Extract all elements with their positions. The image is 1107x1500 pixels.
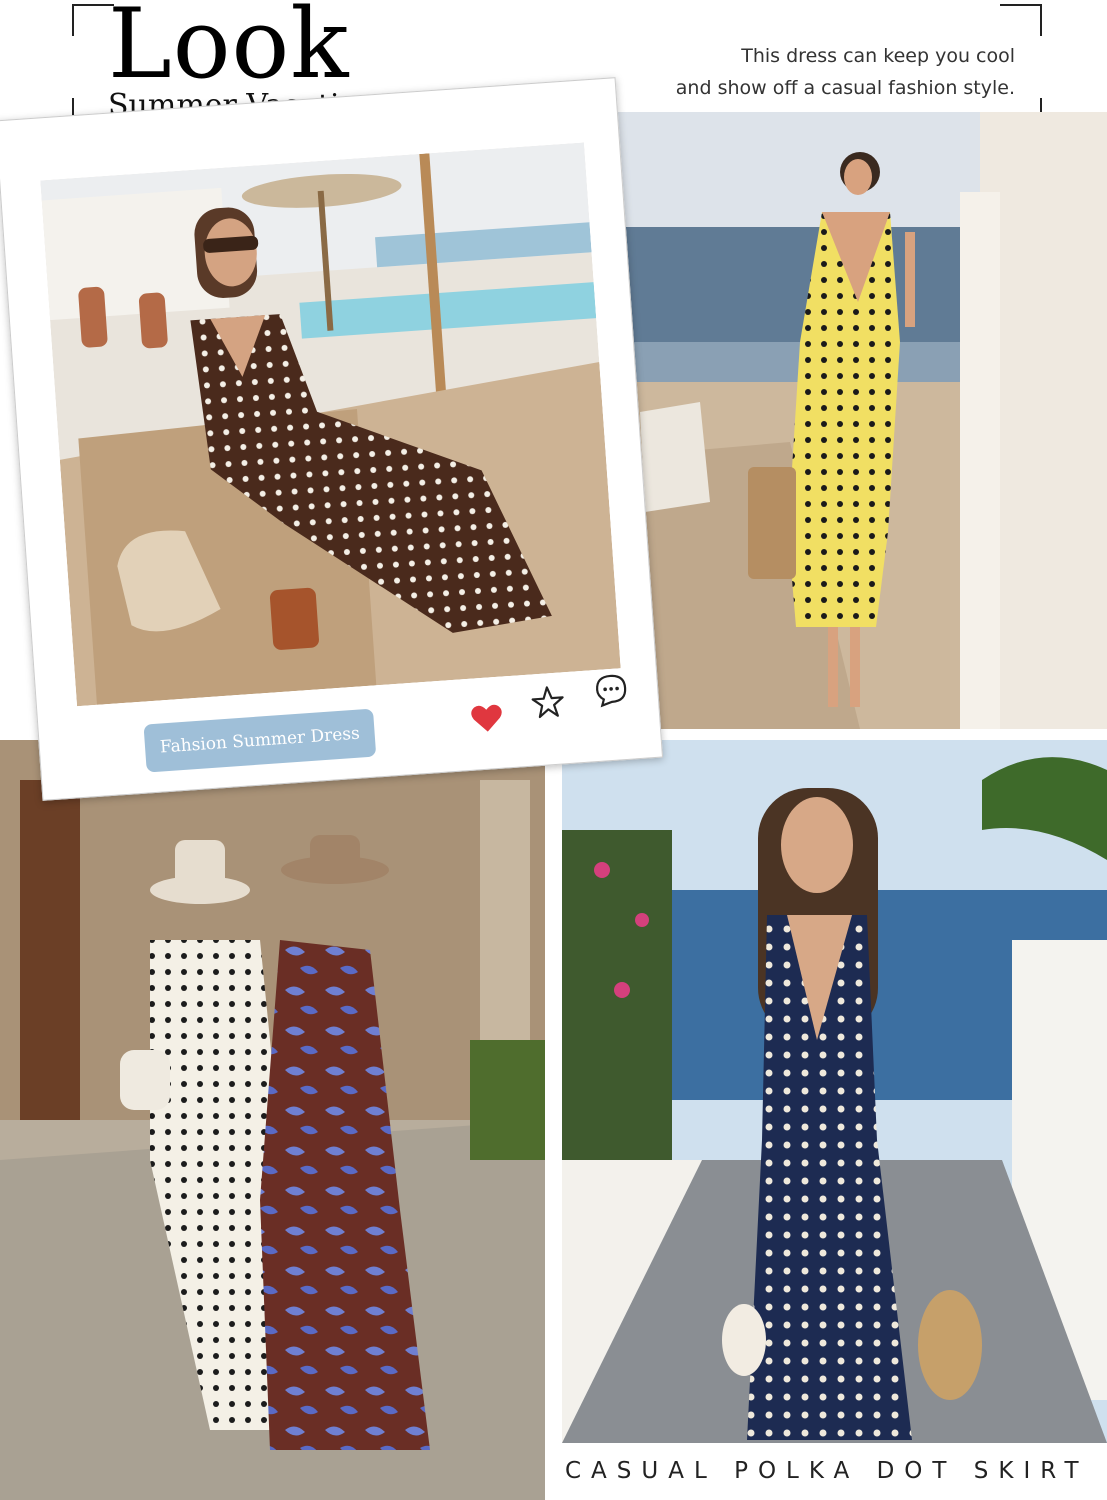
photo-navy-dress (562, 740, 1107, 1443)
photo-brown-dress (40, 142, 621, 707)
photo-white-dress (0, 740, 545, 1500)
fashion-tag: Fahsion Summer Dress (143, 708, 377, 773)
page-title: Look (108, 0, 350, 100)
star-icon[interactable] (529, 683, 567, 721)
description-line-2: and show off a casual fashion style. (675, 77, 1015, 99)
description-line-1: This dress can keep you cool (741, 45, 1015, 67)
bracket-top-right (1000, 4, 1042, 36)
heart-icon[interactable] (468, 699, 506, 737)
description: This dress can keep you cool and show of… (595, 40, 1015, 104)
comment-icon[interactable] (592, 671, 630, 709)
polaroid-card: Fahsion Summer Dress (0, 77, 664, 801)
bottom-caption: CASUAL POLKA DOT SKIRT (565, 1458, 1089, 1484)
